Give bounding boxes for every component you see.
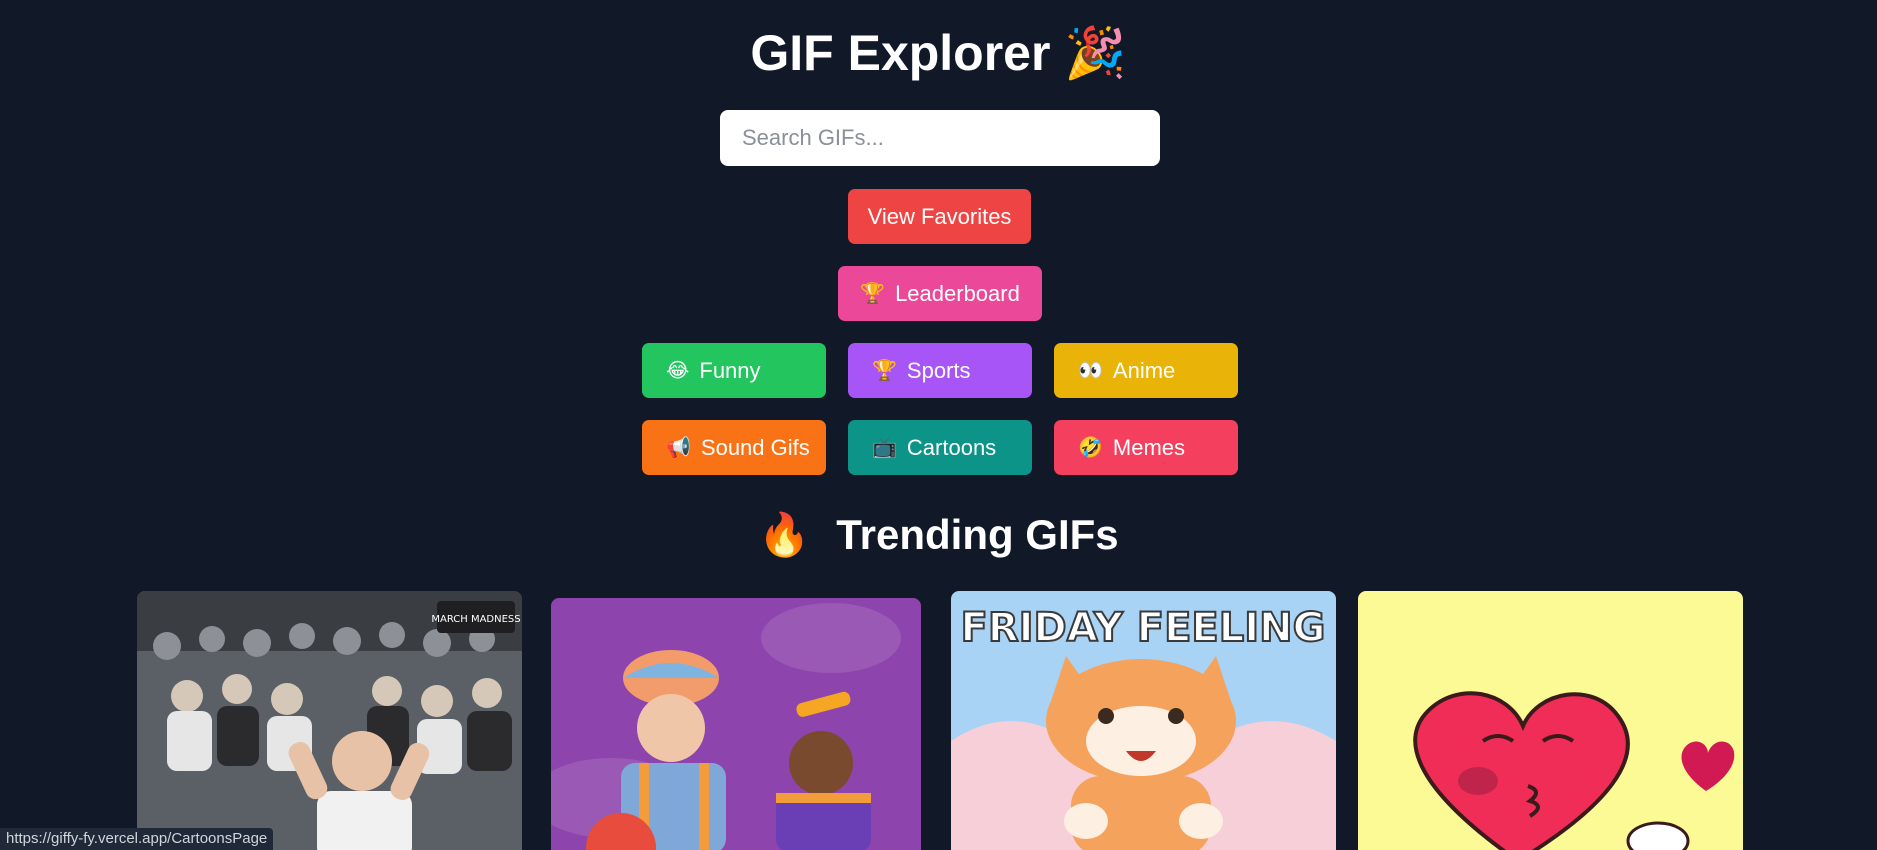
television-icon: 📺 bbox=[872, 437, 897, 459]
category-label: Sports bbox=[906, 357, 971, 383]
trophy-icon: 🏆 bbox=[872, 360, 897, 382]
category-label: Memes bbox=[1112, 434, 1186, 460]
crowd-celebration-gif: MARCH MADNESS bbox=[137, 591, 522, 850]
gif-card[interactable]: MARCH MADNESS bbox=[137, 591, 522, 850]
category-label: Funny bbox=[699, 357, 761, 383]
category-cartoons-button[interactable]: 📺 Cartoons bbox=[848, 420, 1032, 475]
megaphone-icon: 📢 bbox=[666, 437, 691, 459]
leaderboard-button[interactable]: 🏆 Leaderboard bbox=[838, 266, 1042, 321]
eyes-icon: 👀 bbox=[1078, 360, 1103, 382]
gif-card[interactable] bbox=[1358, 591, 1743, 850]
gif-card[interactable]: FRIDAY FEELING bbox=[951, 591, 1336, 850]
trending-heading-text: Trending GIFs bbox=[836, 511, 1119, 558]
trophy-icon: 🏆 bbox=[860, 283, 886, 305]
category-funny-button[interactable]: 😂 Funny bbox=[642, 343, 826, 398]
view-favorites-label: View Favorites bbox=[867, 203, 1012, 229]
category-memes-button[interactable]: 🤣 Memes bbox=[1054, 420, 1238, 475]
category-anime-button[interactable]: 👀 Anime bbox=[1054, 343, 1238, 398]
gif-card[interactable] bbox=[551, 598, 921, 850]
status-bar-url: https://giffy-fy.vercel.app/CartoonsPage bbox=[0, 828, 274, 850]
rolling-laughing-icon: 🤣 bbox=[1078, 437, 1103, 459]
friday-feeling-cat-gif: FRIDAY FEELING bbox=[951, 591, 1336, 850]
category-sound-gifs-button[interactable]: 📢 Sound Gifs bbox=[642, 420, 826, 475]
laughing-face-icon: 😂 bbox=[666, 360, 690, 382]
category-label: Cartoons bbox=[906, 434, 997, 460]
category-label: Anime bbox=[1112, 357, 1176, 383]
kissing-heart-gif bbox=[1358, 591, 1743, 850]
trending-heading: 🔥 Trending GIFs bbox=[0, 505, 1877, 565]
kids-show-gif bbox=[551, 598, 921, 850]
page-title-text: GIF Explorer bbox=[750, 25, 1051, 81]
leaderboard-label: Leaderboard bbox=[895, 280, 1020, 306]
category-sports-button[interactable]: 🏆 Sports bbox=[848, 343, 1032, 398]
category-label: Sound Gifs bbox=[700, 434, 810, 460]
search-input[interactable] bbox=[720, 110, 1160, 166]
page-title: GIF Explorer 🎉 bbox=[0, 18, 1877, 88]
gif-badge: MARCH MADNESS bbox=[431, 614, 520, 625]
gif-caption: FRIDAY FEELING bbox=[961, 605, 1326, 651]
party-popper-icon: 🎉 bbox=[1064, 25, 1127, 81]
view-favorites-button[interactable]: View Favorites bbox=[848, 189, 1031, 244]
fire-icon: 🔥 bbox=[758, 511, 811, 558]
